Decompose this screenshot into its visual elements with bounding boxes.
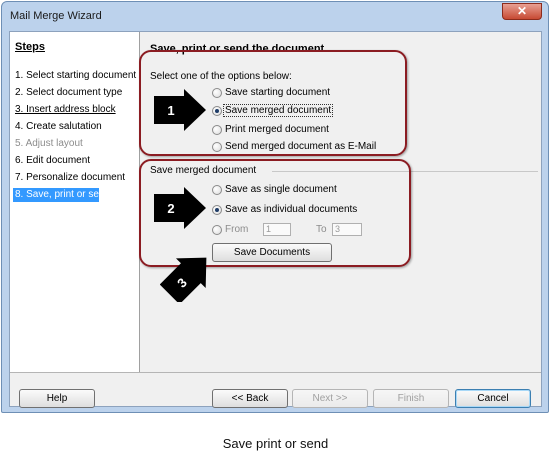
finish-button[interactable]: Finish [373,389,449,408]
steps-panel: Steps 1. Select starting document 2. Sel… [10,32,140,372]
arrow-2-icon: 2 [154,187,206,229]
footer-separator [10,372,541,373]
cancel-button[interactable]: Cancel [455,389,531,408]
next-button[interactable]: Next >> [292,389,368,408]
step-save-print-send[interactable]: 8. Save, print or send [13,188,110,202]
back-button[interactable]: << Back [212,389,288,408]
step-adjust-layout: 5. Adjust layout [15,138,83,149]
step-select-starting-document[interactable]: 1. Select starting document [15,70,136,81]
step-insert-address-block[interactable]: 3. Insert address block [15,104,116,115]
help-button[interactable]: Help [19,389,95,408]
steps-title: Steps [15,41,45,53]
step-edit-document[interactable]: 6. Edit document [15,155,90,166]
window-title: Mail Merge Wizard [10,10,102,22]
step-personalize-document[interactable]: 7. Personalize document [15,172,125,183]
step-insert-address-block-label: 3. Insert address block [15,104,116,115]
arrow-1-label: 1 [167,103,174,118]
step-select-document-type[interactable]: 2. Select document type [15,87,122,98]
step-create-salutation[interactable]: 4. Create salutation [15,121,102,132]
close-icon[interactable]: ✕ [502,3,542,20]
title-bar: Mail Merge Wizard ✕ [2,2,548,30]
arrow-3-icon: 3 [160,257,207,302]
arrow-2-label: 2 [167,201,174,216]
arrow-1-icon: 1 [154,89,206,131]
figure-caption: Save print or send [222,436,329,451]
